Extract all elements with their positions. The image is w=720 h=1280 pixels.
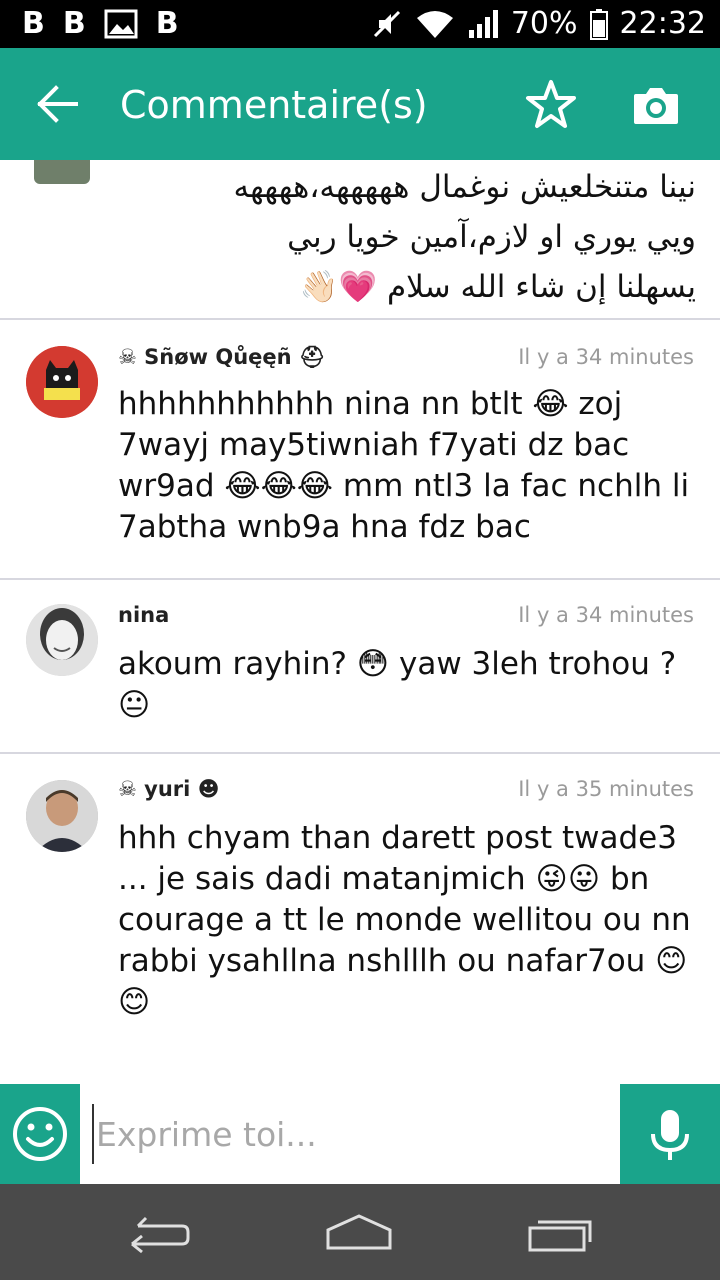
skull-icon: ☠ bbox=[118, 777, 137, 801]
comment-text: hhh chyam than darett post twade3 ... je… bbox=[118, 820, 691, 1020]
avatar[interactable] bbox=[26, 780, 98, 852]
page-title: Commentaire(s) bbox=[120, 83, 428, 127]
wifi-icon bbox=[416, 11, 453, 38]
pirate-skull-icon: ☠ bbox=[118, 345, 137, 369]
timestamp: Il y a 34 minutes bbox=[518, 603, 694, 627]
portrait-avatar-icon bbox=[26, 780, 98, 852]
recents-nav-icon[interactable] bbox=[526, 1210, 596, 1254]
mute-icon bbox=[373, 10, 400, 38]
comment-input[interactable] bbox=[92, 1104, 612, 1164]
avatar[interactable] bbox=[34, 160, 90, 184]
comment-line: نينا متنخلعيش نوغمال هههههه،ههههه bbox=[233, 169, 696, 205]
cat-avatar-icon bbox=[26, 346, 98, 418]
author-name: ☠ yuri ☻ bbox=[118, 777, 220, 801]
back-arrow-icon[interactable] bbox=[36, 82, 80, 126]
signal-icon bbox=[468, 10, 498, 38]
comment-text: akoum rayhin? 😳 yaw 3leh trohou ? 😐 bbox=[118, 646, 677, 723]
comment-line: يسهلنا إن شاء الله سلام 💗👋🏻 bbox=[299, 269, 696, 305]
author-name: ☠ Sñøw Qůęęñ ⛑ bbox=[118, 345, 326, 369]
voice-input-button[interactable] bbox=[620, 1084, 720, 1184]
portrait-avatar-icon bbox=[26, 604, 98, 676]
image-icon bbox=[104, 9, 138, 39]
avatar[interactable] bbox=[26, 604, 98, 676]
battery-percent: 70% bbox=[510, 6, 578, 41]
author-name: nina bbox=[118, 603, 170, 627]
spy-icon: ⛑ bbox=[298, 345, 326, 369]
face-icon: ☻ bbox=[197, 777, 220, 801]
home-nav-icon[interactable] bbox=[324, 1210, 394, 1254]
notification-b-icon: B bbox=[62, 6, 86, 41]
timestamp: Il y a 35 minutes bbox=[518, 777, 694, 801]
smiley-icon bbox=[13, 1107, 67, 1161]
comment-text: hhhhhhhhhhh nina nn btlt 😂 zoj 7wayj may… bbox=[118, 386, 690, 545]
back-nav-icon[interactable] bbox=[124, 1210, 194, 1254]
notification-b-icon: B bbox=[155, 6, 179, 41]
comment-feed[interactable]: نينا متنخلعيش نوغمال هههههه،ههههه ويي يو… bbox=[0, 160, 720, 1084]
comment-line: ويي يوري او لازم،آمين خويا ربي bbox=[287, 219, 696, 255]
comment-item[interactable]: ☠ yuri ☻ Il y a 35 minutes hhh chyam tha… bbox=[0, 754, 720, 1084]
emoji-button[interactable] bbox=[0, 1084, 80, 1184]
previous-comment-text: نينا متنخلعيش نوغمال هههههه،ههههه ويي يو… bbox=[96, 162, 696, 312]
notification-b-icon: B bbox=[22, 6, 45, 41]
app-bar: Commentaire(s) bbox=[0, 48, 720, 160]
comment-item[interactable]: ☠ Sñøw Qůęęñ ⛑ Il y a 34 minutes hhhhhhh… bbox=[0, 320, 720, 578]
camera-icon[interactable] bbox=[632, 84, 680, 126]
battery-icon bbox=[589, 9, 608, 40]
status-bar: B B B 70% 22:32 bbox=[0, 0, 720, 48]
comment-input-bar bbox=[0, 1084, 720, 1184]
avatar[interactable] bbox=[26, 346, 98, 418]
microphone-icon bbox=[651, 1110, 689, 1160]
star-icon[interactable] bbox=[524, 78, 578, 132]
timestamp: Il y a 34 minutes bbox=[518, 345, 694, 369]
comment-item[interactable]: nina Il y a 34 minutes akoum rayhin? 😳 y… bbox=[0, 580, 720, 752]
clock: 22:32 bbox=[619, 6, 706, 41]
system-nav-bar bbox=[0, 1184, 720, 1280]
